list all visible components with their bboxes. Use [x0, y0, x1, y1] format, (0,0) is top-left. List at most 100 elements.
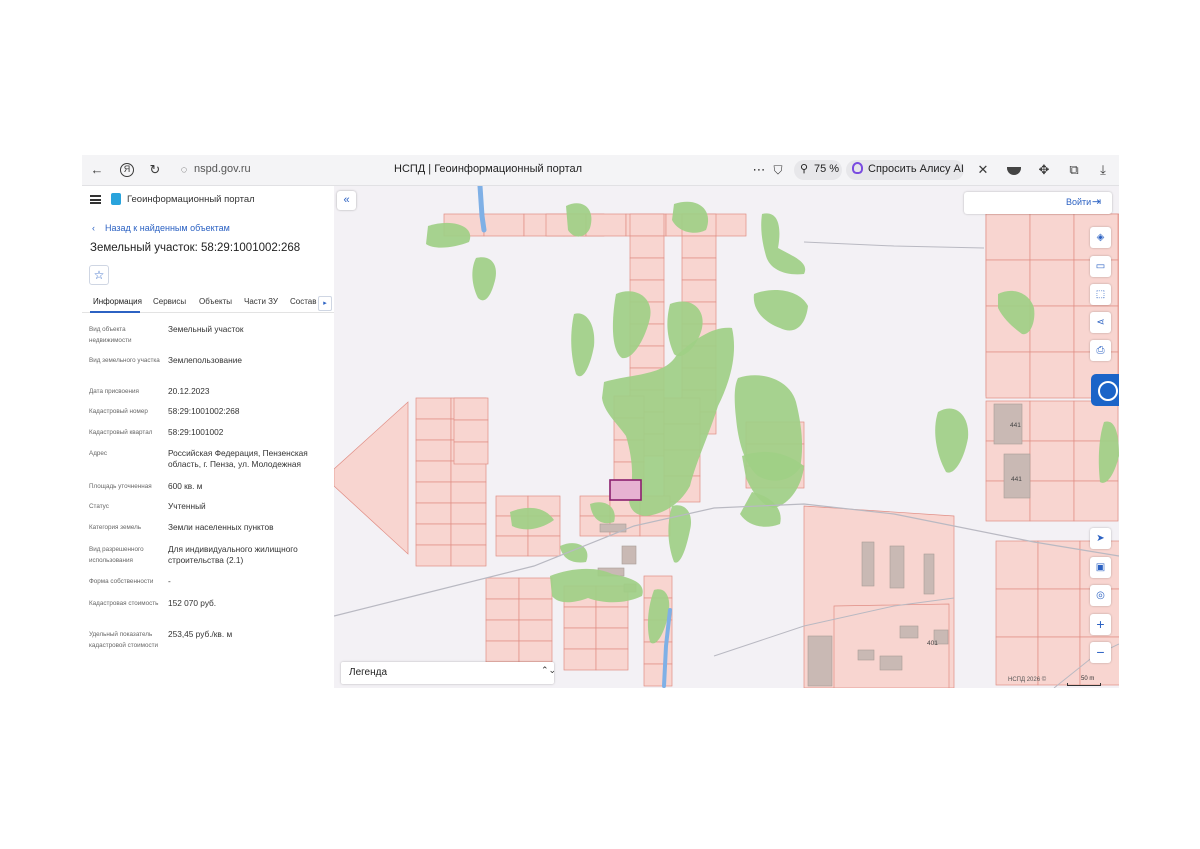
vegetation-area	[571, 313, 595, 377]
house-number: 401	[927, 640, 938, 647]
geo-pin-icon[interactable]: ◎	[1090, 585, 1111, 606]
legend-dropdown[interactable]: Легенда ⌃⌄	[341, 662, 557, 684]
page-title: НСПД | Геоинформационный портал	[394, 163, 583, 175]
basemap-icon[interactable]: ▣	[1090, 557, 1111, 578]
tab-objects[interactable]: Объекты	[199, 297, 232, 306]
parcel	[415, 397, 452, 420]
field-value: Землепользование	[168, 355, 242, 365]
vegetation-area	[935, 408, 969, 473]
map-copyright: НСПД 2026 ©	[1008, 677, 1047, 683]
more-icon[interactable]: ⋯	[752, 163, 766, 177]
parcel	[495, 535, 529, 557]
field-label: Форма собственности	[89, 578, 154, 585]
parcel	[595, 627, 629, 650]
field-value: Российская Федерация, Пензенская область…	[168, 448, 308, 469]
parcel	[527, 535, 561, 557]
layers-icon[interactable]: ◈	[1090, 227, 1111, 248]
chevron-left-icon[interactable]: ‹	[92, 223, 95, 233]
building	[857, 649, 875, 661]
tab-composition[interactable]: Состав	[290, 297, 317, 306]
parcel	[985, 351, 1031, 399]
parcel	[629, 257, 665, 281]
extension-icon[interactable]: ✥	[1037, 163, 1051, 177]
parcel	[453, 397, 489, 421]
zoom-level: 75 %	[814, 163, 840, 175]
active-tab-indicator	[90, 311, 140, 313]
tab-services[interactable]: Сервисы	[153, 297, 186, 306]
parcel	[595, 606, 629, 629]
building	[923, 553, 935, 595]
field-label: Статус	[89, 503, 109, 510]
parcel	[1029, 440, 1075, 482]
address-bar[interactable]: nspd.gov.ru	[194, 163, 251, 175]
menu-icon[interactable]	[90, 195, 101, 204]
scale-label: 50 m	[1081, 676, 1095, 682]
tab-information[interactable]: Информация	[93, 297, 142, 306]
zoom-in-icon[interactable]: +	[1090, 614, 1111, 635]
reload-icon[interactable]: ↻	[148, 163, 162, 177]
house-number: 441	[1010, 422, 1021, 429]
collapse-panel-icon[interactable]: «	[337, 191, 356, 210]
back-to-results-link[interactable]: Назад к найденным объектам	[105, 223, 230, 233]
login-label: Войти	[1066, 197, 1092, 207]
ruler-icon[interactable]: ▭	[1090, 256, 1111, 277]
bookmark-icon[interactable]: ⛉	[771, 163, 785, 177]
parcel	[1029, 213, 1075, 261]
zoom-icon: ⚲	[800, 163, 809, 175]
field-label: Удельный показатель кадастровой стоимост…	[89, 631, 159, 649]
field-value: 152 070 руб.	[168, 598, 217, 608]
building	[899, 625, 919, 639]
gosuslugi-badge-icon[interactable]	[1091, 374, 1119, 406]
share-icon[interactable]: ⋖	[1090, 312, 1111, 333]
legend-toggle-icon: ⌃⌄	[541, 665, 557, 675]
parcel	[681, 279, 717, 303]
zoom-indicator[interactable]: ⚲ 75 %	[794, 160, 842, 180]
parcel	[629, 213, 665, 237]
parcel	[415, 502, 452, 525]
parcel	[334, 401, 409, 555]
parcel	[485, 619, 520, 642]
building	[621, 545, 637, 565]
legend-label: Легенда	[349, 667, 388, 678]
object-title: Земельный участок: 58:29:1001002:268	[90, 242, 301, 254]
extension-bowl-icon[interactable]	[1007, 167, 1021, 175]
alice-button[interactable]: Спросить Алису AI	[846, 160, 964, 180]
portal-title: Геоинформационный портал	[127, 194, 255, 205]
field-value: Земли населенных пунктов	[168, 522, 274, 532]
yandex-icon[interactable]: Я	[120, 163, 134, 177]
parcel	[453, 441, 489, 465]
download-icon[interactable]: ⤓	[1096, 163, 1110, 177]
login-icon: ⇥	[1092, 196, 1102, 208]
house-number: 441	[1011, 476, 1022, 483]
selected-parcel[interactable]	[609, 479, 642, 501]
tab-parts[interactable]: Части ЗУ	[244, 297, 278, 306]
extension-puzzle-icon[interactable]: ⧉	[1067, 163, 1081, 177]
building	[861, 541, 875, 587]
favorite-star-icon[interactable]: ☆	[89, 265, 109, 285]
cadastral-map[interactable]: « Войти ⇥ ◈ ▭ ⬚ ⋖ ⎙ ➤ ▣ ◎ + − 441 441 40…	[334, 186, 1119, 688]
vegetation-area	[472, 257, 496, 301]
site-info-icon[interactable]: ◌	[177, 163, 191, 177]
map-canvas[interactable]	[334, 186, 1119, 688]
alice-label: Спросить Алису AI	[868, 163, 964, 175]
water-stream	[477, 186, 487, 233]
select-area-icon[interactable]: ⬚	[1090, 284, 1111, 305]
parcel	[415, 439, 452, 462]
parcel	[1029, 351, 1075, 399]
vegetation-area	[550, 568, 643, 603]
print-icon[interactable]: ⎙	[1090, 340, 1111, 361]
parcel	[595, 648, 629, 671]
locate-icon[interactable]: ➤	[1090, 528, 1111, 549]
parcel	[995, 588, 1039, 638]
extension-k-icon[interactable]: ✕	[976, 163, 990, 177]
field-label: Категория земель	[89, 524, 142, 531]
screenshot-frame: ← Я ↻ ◌ nspd.gov.ru НСПД | Геоинформацио…	[82, 155, 1119, 688]
tabs-scroll-right-icon[interactable]: ▸	[318, 296, 332, 311]
zoom-out-icon[interactable]: −	[1090, 642, 1111, 663]
login-button[interactable]: Войти ⇥	[964, 192, 1112, 214]
parcel	[415, 481, 452, 504]
back-arrow-icon[interactable]: ←	[90, 163, 104, 177]
building	[879, 655, 903, 671]
field-value: 20.12.2023	[168, 386, 210, 396]
panel-header: Геоинформационный портал	[82, 186, 334, 214]
